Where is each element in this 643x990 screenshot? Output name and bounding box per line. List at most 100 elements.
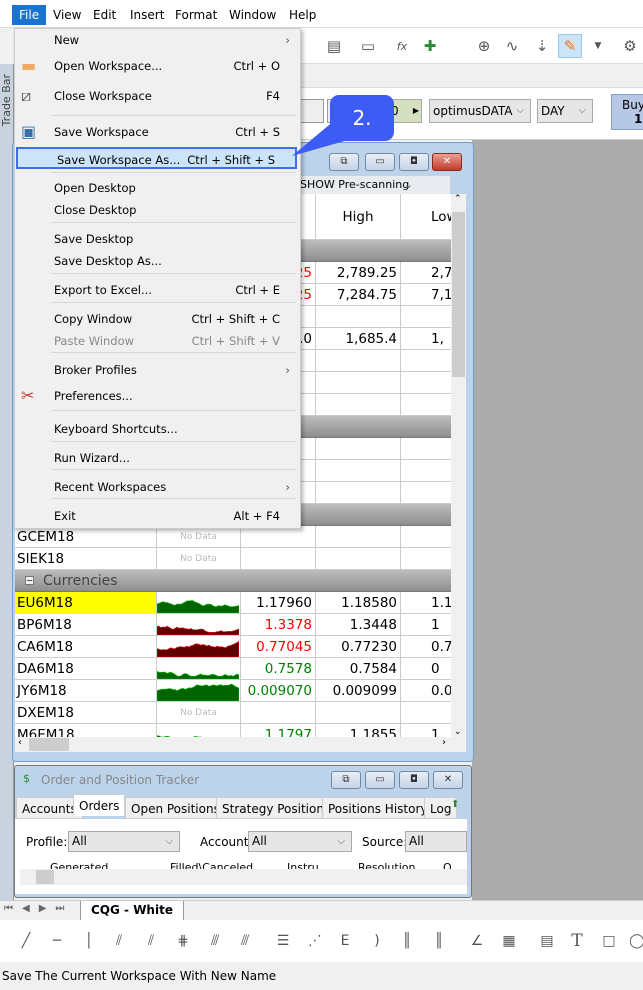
quote-row[interactable]: CA6M18 0.77045 0.77230 0.7	[15, 636, 451, 658]
settings-icon[interactable]: ⚙	[618, 34, 642, 58]
menu-item-export-to-excel[interactable]: Export to Excel... Ctrl + E	[15, 279, 300, 301]
quote-row[interactable]: SIEK18 No Data	[15, 548, 451, 570]
sheet-nav-icons[interactable]: ⏮◀▶⏭	[4, 903, 73, 914]
fib-time-icon[interactable]: ║	[428, 930, 450, 952]
menu-format[interactable]: Format	[168, 5, 224, 25]
menu-item-save-desktop[interactable]: Save Desktop	[15, 228, 300, 250]
fib-retracement-icon[interactable]: ☰	[272, 930, 294, 952]
menu-item-recent-workspaces[interactable]: Recent Workspaces ›	[15, 476, 300, 498]
menu-file[interactable]: File	[12, 5, 47, 25]
channel-icon[interactable]: ⫽	[108, 930, 130, 952]
menu-insert[interactable]: Insert	[123, 5, 171, 25]
quote-row[interactable]: GCEM18 No Data	[15, 526, 451, 548]
menu-item-preferences[interactable]: ✂ Preferences...	[15, 385, 300, 407]
time-zones-icon[interactable]: ║	[396, 930, 418, 952]
col-resolution[interactable]: Resolution	[358, 861, 415, 869]
menu-item-copy-window[interactable]: Copy Window Ctrl + Shift + C	[15, 308, 300, 330]
add-signal-icon[interactable]: ⇣	[530, 34, 554, 58]
period-dropdown[interactable]: DAY ⌵	[537, 99, 593, 123]
quote-row[interactable]: M6EM18 1.1797 1.1855 1	[15, 724, 451, 737]
quote-row[interactable]: DA6M18 0.7578 0.7584 0	[15, 658, 451, 680]
col-other[interactable]: O	[443, 861, 452, 869]
scroll-thumb[interactable]	[29, 738, 69, 751]
menu-item-run-wizard[interactable]: Run Wizard...	[15, 447, 300, 469]
col-instrument[interactable]: Instru	[287, 861, 319, 869]
formula-icon[interactable]: fx	[390, 34, 414, 58]
fib-fan-icon[interactable]: ⋰	[304, 930, 326, 952]
tab-positions-history[interactable]: Positions History	[322, 797, 434, 819]
symbol-cell[interactable]: JY6M18	[15, 680, 157, 702]
quote-row[interactable]: DXEM18 No Data	[15, 702, 451, 724]
group-header[interactable]: − Currencies	[15, 570, 451, 592]
symbol-cell[interactable]: GCEM18	[15, 526, 157, 548]
datasource-dropdown[interactable]: optimusDATA ⌵	[429, 99, 531, 123]
detach-button[interactable]: ⧉	[331, 771, 361, 789]
calculator-icon[interactable]: ▤	[536, 930, 558, 952]
symbol-cell[interactable]: SIEK18	[15, 548, 157, 570]
scroll-right-icon[interactable]: ›	[442, 737, 446, 748]
menu-view[interactable]: View	[46, 5, 88, 25]
menu-window[interactable]: Window	[222, 5, 283, 25]
menu-item-new[interactable]: New ›	[15, 29, 300, 51]
buy-button[interactable]: Buy 1	[611, 94, 643, 130]
ellipse-tool-icon[interactable]: ◯	[626, 930, 643, 952]
add-drawing-icon[interactable]: ✎	[558, 34, 582, 58]
col-high[interactable]: High	[316, 194, 401, 240]
double-chevron-down-icon[interactable]: ⌄	[404, 176, 413, 194]
parallel-lines-icon[interactable]: ⫽	[140, 930, 162, 952]
tab-strategy-positions[interactable]: Strategy Positions	[216, 797, 337, 819]
chevron-down-icon[interactable]: ▼	[586, 34, 610, 58]
maximize-button[interactable]: ◘	[399, 771, 429, 789]
menu-item-close-desktop[interactable]: Close Desktop	[15, 199, 300, 221]
horizontal-line-icon[interactable]: ─	[46, 930, 68, 952]
vertical-scrollbar[interactable]: ⌃ ⌄	[451, 194, 466, 737]
chart-window-icon[interactable]: ▭	[356, 34, 380, 58]
symbol-cell[interactable]: CA6M18	[15, 636, 157, 658]
symbol-cell[interactable]: M6EM18	[15, 724, 157, 737]
menu-item-paste-window[interactable]: Paste Window Ctrl + Shift + V	[15, 330, 300, 352]
horizontal-scrollbar[interactable]: ‹ ›	[15, 737, 466, 752]
symbol-cell[interactable]: EU6M18	[15, 592, 157, 614]
rectangle-tool-icon[interactable]: □	[598, 930, 620, 952]
vertical-line-icon[interactable]: │	[78, 930, 100, 952]
symbol-cell[interactable]: DA6M18	[15, 658, 157, 680]
scroll-up-icon[interactable]: ⌃	[454, 194, 462, 204]
menu-help[interactable]: Help	[282, 5, 323, 25]
menu-item-keyboard-shortcuts[interactable]: Keyboard Shortcuts...	[15, 418, 300, 440]
symbol-cell[interactable]: DXEM18	[15, 702, 157, 724]
scroll-down-icon[interactable]: ⌄	[454, 727, 462, 737]
sheet-tab-cqg-white[interactable]: CQG - White	[80, 901, 184, 921]
report-icon[interactable]: ▤	[322, 34, 346, 58]
plugin-icon[interactable]: ✚	[418, 34, 442, 58]
pitchfork-icon[interactable]: ⋕	[172, 930, 194, 952]
menu-item-save-workspace-as[interactable]: Save Workspace As... Ctrl + Shift + S	[16, 147, 297, 169]
fan-icon[interactable]: ⫻	[204, 930, 226, 952]
minimize-button[interactable]: ▭	[365, 153, 395, 171]
menu-item-close-workspace[interactable]: ⧄ Close Workspace F4	[15, 85, 300, 107]
close-button[interactable]: ✕	[432, 153, 462, 171]
account-dropdown[interactable]: All ⌵	[248, 831, 352, 852]
minimize-button[interactable]: ▭	[365, 771, 395, 789]
line-tool-icon[interactable]: ╱	[15, 930, 37, 952]
text-tool-icon[interactable]: T	[566, 930, 588, 952]
scroll-left-icon[interactable]: ‹	[18, 737, 22, 748]
symbol-cell[interactable]: BP6M18	[15, 614, 157, 636]
profile-dropdown[interactable]: All ⌵	[68, 831, 180, 852]
tab-open-positions[interactable]: Open Positions	[125, 797, 226, 819]
col-filled-canceled[interactable]: Filled\Canceled	[170, 861, 253, 869]
add-study-icon[interactable]: ⊕	[472, 34, 496, 58]
close-button[interactable]: ✕	[433, 771, 463, 789]
value-field[interactable]: 0 ▶	[390, 99, 422, 123]
quote-row[interactable]: JY6M18 0.0090700.0090990.00	[15, 680, 451, 702]
scroll-thumb[interactable]	[452, 212, 465, 377]
menu-item-save-desktop-as[interactable]: Save Desktop As...	[15, 250, 300, 272]
menu-item-exit[interactable]: Exit Alt + F4	[15, 505, 300, 527]
fib-arc-icon[interactable]: )	[366, 930, 388, 952]
menu-item-open-desktop[interactable]: Open Desktop	[15, 177, 300, 199]
gann-icon[interactable]: ⫻	[234, 930, 256, 952]
menu-item-save-workspace[interactable]: ▣ Save Workspace Ctrl + S	[15, 121, 300, 143]
add-curve-icon[interactable]: ∿	[500, 34, 524, 58]
scroll-thumb[interactable]	[36, 870, 54, 884]
source-dropdown[interactable]: All	[405, 831, 467, 852]
quote-row[interactable]: BP6M18 1.3378 1.3448 1	[15, 614, 451, 636]
